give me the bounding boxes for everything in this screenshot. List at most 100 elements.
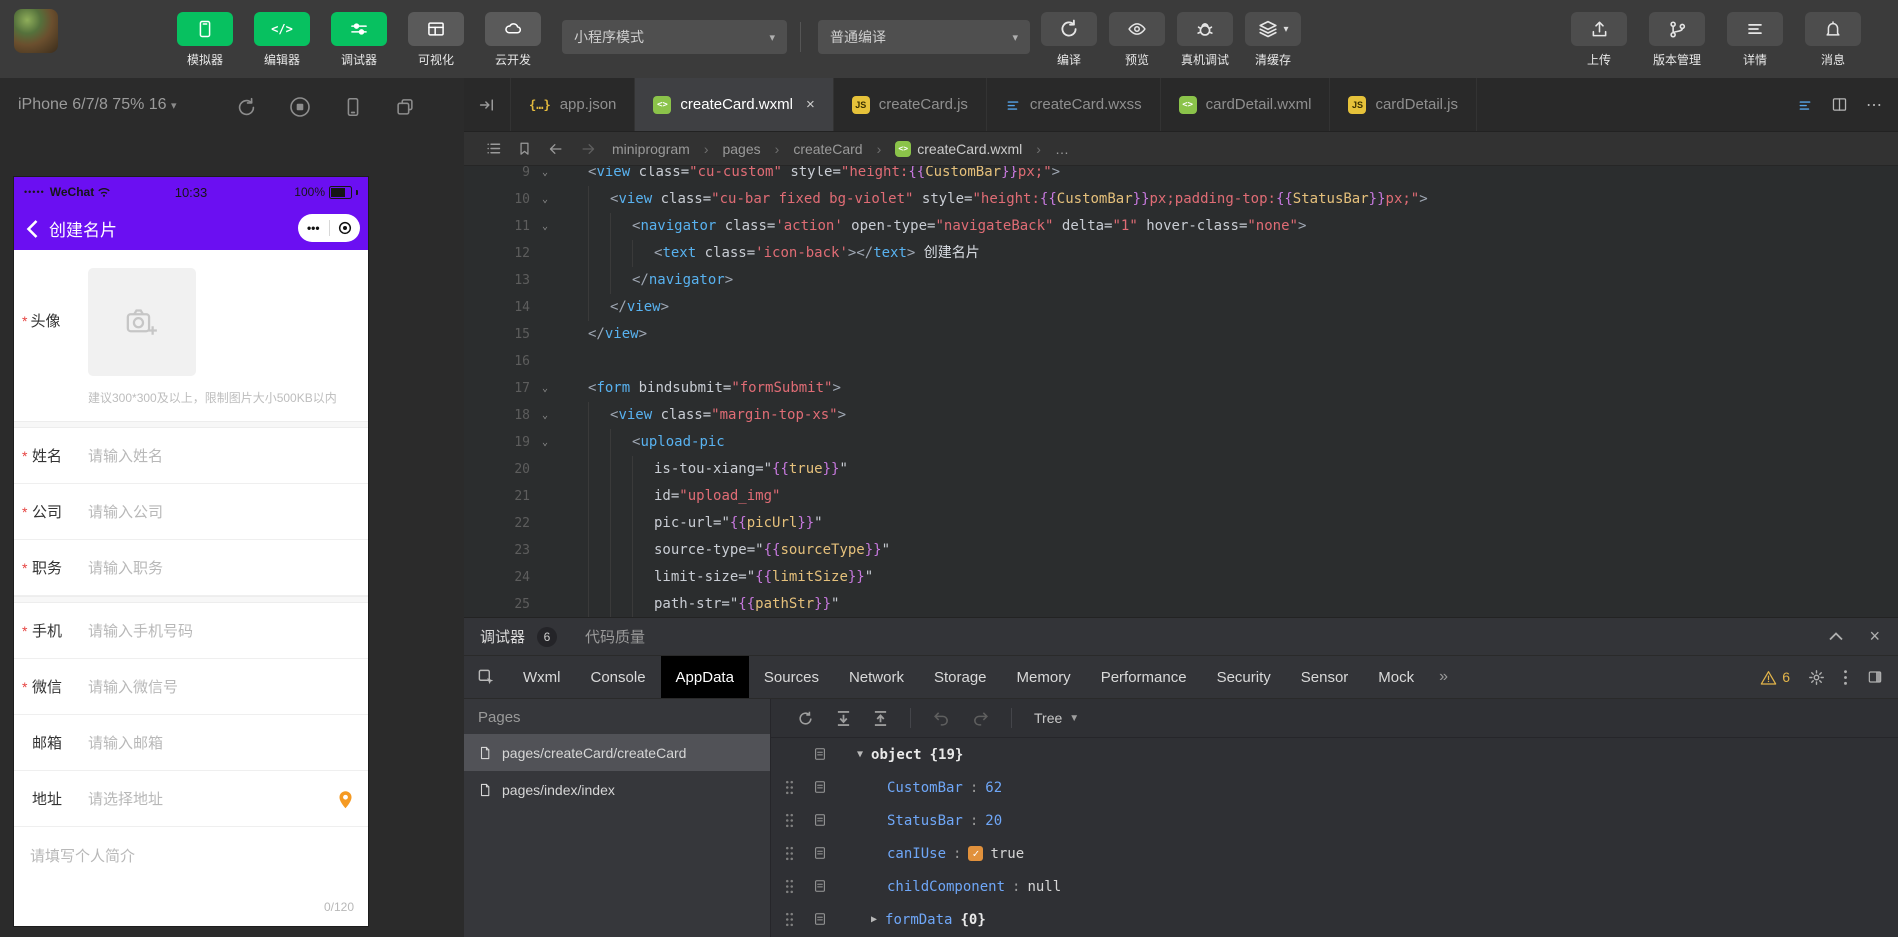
multi-window-button[interactable] (394, 95, 416, 119)
tab-debugger[interactable]: 调试器 (480, 626, 525, 647)
devtools-tab-Performance[interactable]: Performance (1086, 656, 1202, 698)
devtools-tab-Wxml[interactable]: Wxml (508, 656, 576, 698)
toolbar-button-详情[interactable]: 详情 (1726, 12, 1784, 68)
kebab-menu-icon[interactable] (1843, 669, 1848, 686)
devtools-tab-Memory[interactable]: Memory (1002, 656, 1086, 698)
grid-handle-icon[interactable] (785, 780, 794, 795)
fold-arrow-icon[interactable]: ⌄ (530, 186, 560, 213)
toolbar-button-模拟器[interactable]: 模拟器 (176, 12, 234, 68)
breadcrumb-item[interactable]: … (1055, 141, 1069, 157)
collapse-all-icon[interactable] (873, 710, 888, 727)
form-field-微信[interactable]: * 微信 请输入微信号 (14, 659, 368, 715)
tab-code-quality[interactable]: 代码质量 (585, 626, 645, 647)
devtools-tab-Storage[interactable]: Storage (919, 656, 1002, 698)
grid-handle-icon[interactable] (785, 846, 794, 861)
fold-arrow-icon[interactable]: ⌄ (530, 429, 560, 456)
list-icon[interactable] (484, 140, 503, 157)
refresh-simulator-button[interactable] (235, 95, 258, 119)
editor-tab-createCard.js[interactable]: JS createCard.js (834, 78, 987, 131)
exit-miniprogram-button[interactable] (330, 220, 361, 236)
warning-counter[interactable]: 6 (1760, 669, 1790, 685)
devtools-tab-Security[interactable]: Security (1202, 656, 1286, 698)
pin-editor-icon[interactable] (464, 78, 511, 131)
grid-handle-icon[interactable] (785, 879, 794, 894)
breadcrumb-item[interactable]: <> createCard.wxml (895, 140, 1022, 157)
toolbar-button-清缓存[interactable]: ▾ 清缓存 (1244, 12, 1302, 68)
fold-arrow-icon[interactable]: ⌄ (530, 402, 560, 429)
fold-arrow-icon[interactable]: ⌄ (530, 213, 560, 240)
editor-tab-createCard.wxml[interactable]: <> createCard.wxml × (635, 78, 834, 131)
split-editor-icon[interactable] (1831, 96, 1848, 113)
form-field-职务[interactable]: * 职务 请输入职务 (14, 540, 368, 596)
tree-row-CustomBar[interactable]: CustomBar:62 (771, 771, 1898, 804)
format-code-icon[interactable] (1797, 98, 1813, 112)
redo-icon[interactable] (972, 711, 989, 726)
breadcrumb-item[interactable]: createCard (793, 141, 862, 157)
toolbar-button-真机调试[interactable]: 真机调试 (1176, 12, 1234, 68)
breadcrumb-item[interactable]: miniprogram (612, 141, 690, 157)
toolbar-button-消息[interactable]: 消息 (1804, 12, 1862, 68)
tree-row-canIUse[interactable]: canIUse: ✓ true (771, 837, 1898, 870)
stop-simulator-button[interactable] (288, 95, 312, 119)
device-frame-button[interactable] (342, 95, 364, 119)
page-item[interactable]: pages/index/index (464, 771, 770, 808)
devtools-tab-AppData[interactable]: AppData (660, 656, 749, 698)
form-field-地址[interactable]: 地址 请选择地址 (14, 771, 368, 827)
collapse-panel-icon[interactable] (1829, 632, 1844, 641)
tree-row-childComponent[interactable]: childComponent: null (771, 870, 1898, 903)
toolbar-button-可视化[interactable]: 可视化 (407, 12, 465, 68)
disclosure-collapsed-icon[interactable]: ▶ (871, 914, 877, 925)
toolbar-button-调试器[interactable]: 调试器 (330, 12, 388, 68)
editor-more-icon[interactable]: ⋯ (1866, 95, 1882, 115)
toolbar-button-云开发[interactable]: 云开发 (484, 12, 542, 68)
intro-field[interactable]: 请填写个人简介 0/120 (14, 827, 368, 926)
avatar-upload-button[interactable] (88, 268, 196, 376)
editor-tab-app.json[interactable]: {…} app.json (511, 78, 636, 131)
tree-row-StatusBar[interactable]: StatusBar:20 (771, 804, 1898, 837)
editor-tab-cardDetail.js[interactable]: JS cardDetail.js (1330, 78, 1477, 131)
toolbar-button-预览[interactable]: 预览 (1108, 12, 1166, 68)
mode-dropdown[interactable]: 小程序模式 ▾ (562, 20, 787, 54)
editor-tab-cardDetail.wxml[interactable]: <> cardDetail.wxml (1161, 78, 1331, 131)
nav-back-icon[interactable] (546, 141, 565, 157)
form-field-手机[interactable]: * 手机 请输入手机号码 (14, 603, 368, 659)
devtools-tab-Console[interactable]: Console (576, 656, 661, 698)
expand-all-icon[interactable] (836, 710, 851, 727)
view-mode-dropdown[interactable]: Tree ▼ (1034, 710, 1079, 726)
devtools-tab-Network[interactable]: Network (834, 656, 919, 698)
devtools-tab-Sensor[interactable]: Sensor (1286, 656, 1364, 698)
code-editor[interactable]: 9 ⌄ < view class= "cu-custom" style= "height:… (464, 166, 1898, 617)
page-item[interactable]: pages/createCard/createCard (464, 734, 770, 771)
form-field-邮箱[interactable]: 邮箱 请输入邮箱 (14, 715, 368, 771)
close-panel-icon[interactable]: × (1869, 626, 1880, 647)
tree-row-formData[interactable]: ▶ formData {0} (771, 903, 1898, 936)
fold-arrow-icon[interactable]: ⌄ (530, 166, 560, 186)
form-field-公司[interactable]: * 公司 请输入公司 (14, 484, 368, 540)
refresh-icon[interactable] (797, 710, 814, 727)
device-selector[interactable]: iPhone 6/7/8 75% 16 ▾ (18, 96, 177, 114)
toolbar-button-编译[interactable]: 编译 (1040, 12, 1098, 68)
more-menu-button[interactable]: ••• (298, 222, 329, 234)
user-avatar[interactable] (14, 9, 58, 53)
tab-overflow-icon[interactable]: » (1429, 656, 1458, 698)
back-chevron-icon[interactable] (26, 219, 39, 239)
devtools-tab-Sources[interactable]: Sources (749, 656, 834, 698)
dock-side-icon[interactable] (1866, 669, 1884, 685)
toolbar-button-编辑器[interactable]: </> 编辑器 (253, 12, 311, 68)
compile-mode-dropdown[interactable]: 普通编译 ▾ (818, 20, 1030, 54)
breadcrumb-item[interactable]: pages (722, 141, 760, 157)
checked-checkbox-icon[interactable]: ✓ (968, 846, 984, 861)
devtools-tab-Mock[interactable]: Mock (1363, 656, 1429, 698)
grid-handle-icon[interactable] (785, 813, 794, 828)
editor-tab-createCard.wxss[interactable]: createCard.wxss (987, 78, 1161, 131)
close-tab-icon[interactable]: × (806, 96, 815, 113)
gear-icon[interactable] (1808, 669, 1825, 686)
location-pin-icon[interactable] (337, 789, 354, 809)
tree-row-object[interactable]: ▼ object {19} (771, 738, 1898, 771)
undo-icon[interactable] (933, 711, 950, 726)
form-field-姓名[interactable]: * 姓名 请输入姓名 (14, 428, 368, 484)
nav-forward-icon[interactable] (579, 141, 598, 157)
fold-arrow-icon[interactable]: ⌄ (530, 375, 560, 402)
toolbar-button-上传[interactable]: 上传 (1570, 12, 1628, 68)
inspect-element-icon[interactable] (464, 656, 508, 698)
